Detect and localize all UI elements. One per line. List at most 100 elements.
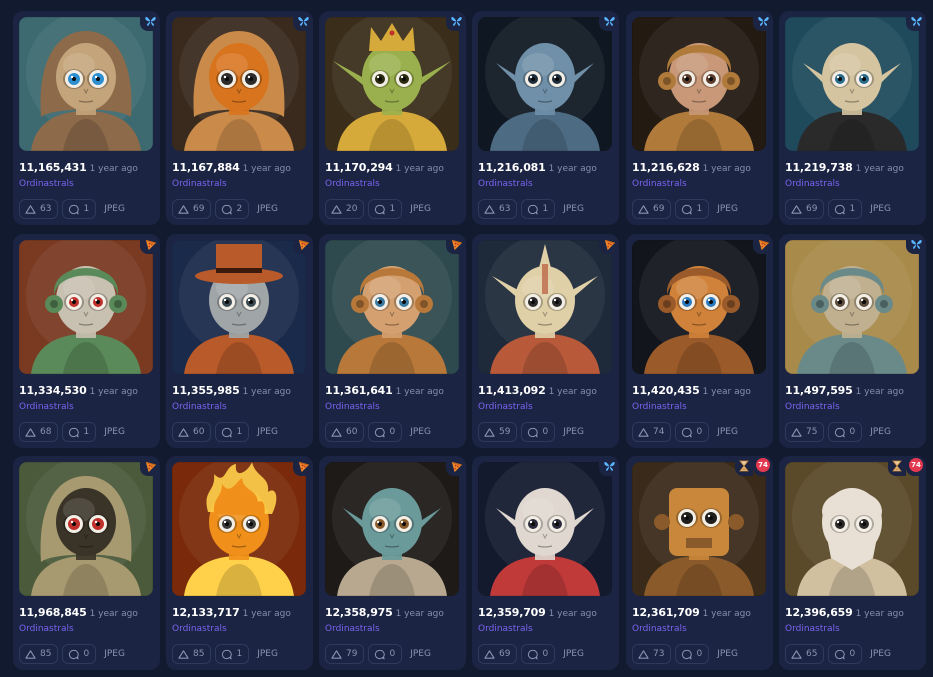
inscription-number[interactable]: 12,133,717 1 year ago — [172, 606, 291, 619]
inscription-card[interactable]: 11,216,081 1 year ago Ordinastrals 63 1 J… — [472, 11, 619, 225]
inscription-number[interactable]: 11,968,845 1 year ago — [19, 606, 138, 619]
comment-button[interactable]: 0 — [62, 644, 97, 664]
comment-button[interactable]: 0 — [828, 422, 863, 442]
comment-button[interactable]: 0 — [675, 644, 710, 664]
inscription-card[interactable]: 11,361,641 1 year ago Ordinastrals 60 0 J… — [319, 234, 466, 448]
inscription-image[interactable] — [785, 17, 919, 151]
comment-button[interactable]: 1 — [62, 199, 97, 219]
upvote-button[interactable]: 60 — [172, 422, 212, 442]
inscription-number[interactable]: 11,216,628 1 year ago — [632, 161, 751, 174]
upvote-button[interactable]: 59 — [478, 422, 518, 442]
upvote-button[interactable]: 69 — [172, 199, 212, 219]
collection-link[interactable]: Ordinastrals — [325, 624, 380, 634]
inscription-number[interactable]: 12,361,709 1 year ago — [632, 606, 751, 619]
inscription-card[interactable]: 11,497,595 1 year ago Ordinastrals 75 0 J… — [779, 234, 926, 448]
collection-link[interactable]: Ordinastrals — [325, 402, 380, 412]
inscription-card[interactable]: 11,167,884 1 year ago Ordinastrals 69 2 J… — [166, 11, 313, 225]
inscription-card[interactable]: 11,165,431 1 year ago Ordinastrals 63 1 J… — [13, 11, 160, 225]
inscription-image[interactable] — [478, 17, 612, 151]
inscription-card[interactable]: 74 12,361,709 1 year ago Ordinastrals 73 … — [626, 456, 773, 670]
inscription-card[interactable]: 12,133,717 1 year ago Ordinastrals 85 1 J… — [166, 456, 313, 670]
inscription-card[interactable]: 74 12,396,659 1 year ago Ordinastrals 65 … — [779, 456, 926, 670]
inscription-image[interactable] — [632, 462, 766, 596]
upvote-button[interactable]: 85 — [172, 644, 212, 664]
comment-button[interactable]: 2 — [215, 199, 250, 219]
upvote-button[interactable]: 68 — [19, 422, 59, 442]
inscription-image[interactable] — [172, 240, 306, 374]
inscription-card[interactable]: 11,334,530 1 year ago Ordinastrals 68 1 J… — [13, 234, 160, 448]
upvote-button[interactable]: 79 — [325, 644, 365, 664]
inscription-card[interactable]: 11,216,628 1 year ago Ordinastrals 69 1 J… — [626, 11, 773, 225]
collection-link[interactable]: Ordinastrals — [19, 179, 74, 189]
upvote-button[interactable]: 63 — [19, 199, 59, 219]
inscription-image[interactable] — [325, 240, 459, 374]
collection-link[interactable]: Ordinastrals — [172, 624, 227, 634]
upvote-button[interactable]: 69 — [632, 199, 672, 219]
collection-link[interactable]: Ordinastrals — [785, 179, 840, 189]
collection-link[interactable]: Ordinastrals — [632, 624, 687, 634]
inscription-card[interactable]: 11,170,294 1 year ago Ordinastrals 20 1 J… — [319, 11, 466, 225]
upvote-button[interactable]: 69 — [478, 644, 518, 664]
comment-button[interactable]: 1 — [828, 199, 863, 219]
collection-link[interactable]: Ordinastrals — [632, 402, 687, 412]
collection-link[interactable]: Ordinastrals — [172, 402, 227, 412]
inscription-image[interactable] — [172, 462, 306, 596]
collection-link[interactable]: Ordinastrals — [325, 179, 380, 189]
comment-button[interactable]: 0 — [368, 422, 403, 442]
upvote-button[interactable]: 73 — [632, 644, 672, 664]
comment-button[interactable]: 1 — [215, 422, 250, 442]
upvote-button[interactable]: 63 — [478, 199, 518, 219]
inscription-card[interactable]: 11,968,845 1 year ago Ordinastrals 85 0 J… — [13, 456, 160, 670]
inscription-card[interactable]: 11,420,435 1 year ago Ordinastrals 74 0 J… — [626, 234, 773, 448]
inscription-number[interactable]: 12,359,709 1 year ago — [478, 606, 597, 619]
inscription-number[interactable]: 11,170,294 1 year ago — [325, 161, 444, 174]
inscription-number[interactable]: 12,396,659 1 year ago — [785, 606, 904, 619]
inscription-image[interactable] — [19, 240, 153, 374]
comment-button[interactable]: 0 — [675, 422, 710, 442]
collection-link[interactable]: Ordinastrals — [785, 402, 840, 412]
inscription-image[interactable] — [478, 462, 612, 596]
inscription-number[interactable]: 11,413,092 1 year ago — [478, 384, 597, 397]
inscription-card[interactable]: 12,359,709 1 year ago Ordinastrals 69 0 J… — [472, 456, 619, 670]
upvote-button[interactable]: 20 — [325, 199, 365, 219]
inscription-number[interactable]: 11,216,081 1 year ago — [478, 161, 597, 174]
upvote-button[interactable]: 85 — [19, 644, 59, 664]
collection-link[interactable]: Ordinastrals — [19, 624, 74, 634]
inscription-image[interactable] — [325, 17, 459, 151]
inscription-number[interactable]: 11,165,431 1 year ago — [19, 161, 138, 174]
inscription-number[interactable]: 12,358,975 1 year ago — [325, 606, 444, 619]
inscription-image[interactable] — [632, 17, 766, 151]
upvote-button[interactable]: 60 — [325, 422, 365, 442]
inscription-image[interactable] — [19, 462, 153, 596]
inscription-card[interactable]: 12,358,975 1 year ago Ordinastrals 79 0 J… — [319, 456, 466, 670]
inscription-image[interactable] — [785, 240, 919, 374]
inscription-card[interactable]: 11,413,092 1 year ago Ordinastrals 59 0 J… — [472, 234, 619, 448]
inscription-image[interactable] — [632, 240, 766, 374]
inscription-card[interactable]: 11,355,985 1 year ago Ordinastrals 60 1 J… — [166, 234, 313, 448]
inscription-card[interactable]: 11,219,738 1 year ago Ordinastrals 69 1 J… — [779, 11, 926, 225]
inscription-image[interactable] — [325, 462, 459, 596]
comment-button[interactable]: 0 — [521, 422, 556, 442]
inscription-number[interactable]: 11,219,738 1 year ago — [785, 161, 904, 174]
inscription-number[interactable]: 11,167,884 1 year ago — [172, 161, 291, 174]
collection-link[interactable]: Ordinastrals — [478, 179, 533, 189]
inscription-image[interactable] — [19, 17, 153, 151]
comment-button[interactable]: 1 — [62, 422, 97, 442]
inscription-number[interactable]: 11,355,985 1 year ago — [172, 384, 291, 397]
inscription-number[interactable]: 11,334,530 1 year ago — [19, 384, 138, 397]
inscription-image[interactable] — [785, 462, 919, 596]
collection-link[interactable]: Ordinastrals — [19, 402, 74, 412]
comment-button[interactable]: 0 — [828, 644, 863, 664]
inscription-number[interactable]: 11,497,595 1 year ago — [785, 384, 904, 397]
comment-button[interactable]: 1 — [675, 199, 710, 219]
upvote-button[interactable]: 69 — [785, 199, 825, 219]
comment-button[interactable]: 1 — [368, 199, 403, 219]
collection-link[interactable]: Ordinastrals — [172, 179, 227, 189]
upvote-button[interactable]: 74 — [632, 422, 672, 442]
inscription-image[interactable] — [172, 17, 306, 151]
inscription-number[interactable]: 11,420,435 1 year ago — [632, 384, 751, 397]
upvote-button[interactable]: 65 — [785, 644, 825, 664]
collection-link[interactable]: Ordinastrals — [785, 624, 840, 634]
inscription-number[interactable]: 11,361,641 1 year ago — [325, 384, 444, 397]
inscription-image[interactable] — [478, 240, 612, 374]
